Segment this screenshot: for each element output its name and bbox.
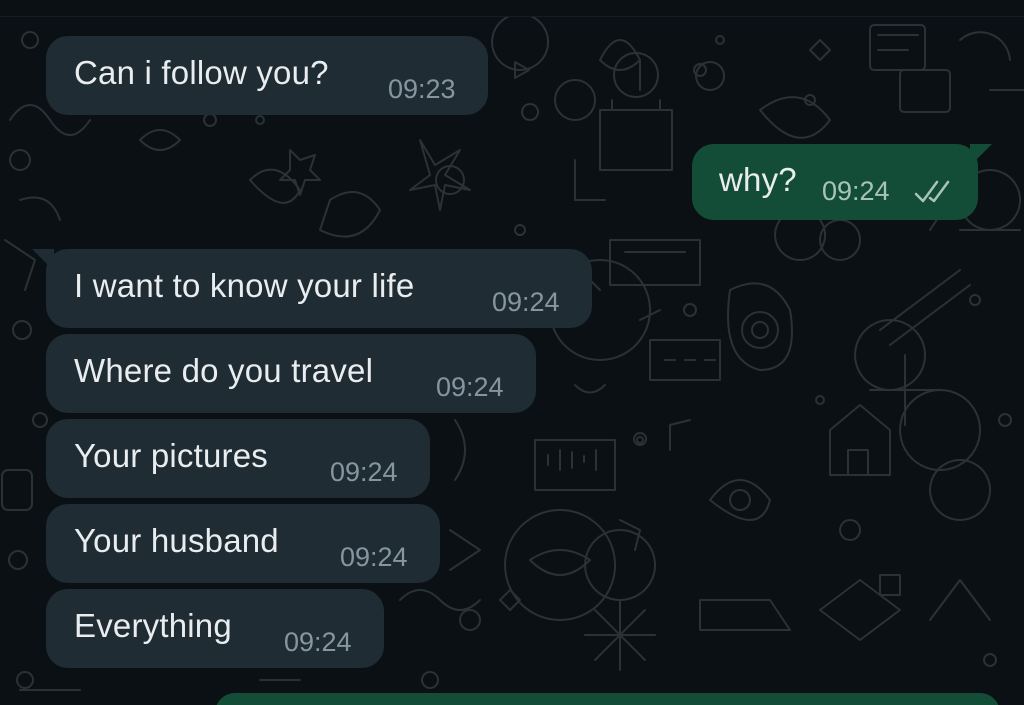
message-text: why? xyxy=(719,161,797,198)
message-bubble-incoming[interactable]: Can i follow you? 09:23 xyxy=(46,36,488,115)
message-text: Your pictures xyxy=(74,437,268,474)
message-bubble-incoming[interactable]: Your husband 09:24 xyxy=(46,504,440,583)
bubble-tail xyxy=(970,144,992,166)
message-text: Can i follow you? xyxy=(74,54,329,91)
double-check-read-icon xyxy=(914,180,950,203)
message-timestamp: 09:24 xyxy=(330,457,398,487)
message-text: Everything xyxy=(74,607,232,644)
message-bubble-incoming[interactable]: I want to know your life 09:24 xyxy=(32,249,592,328)
message-timestamp: 09:24 xyxy=(284,627,352,657)
message-bubble-incoming[interactable]: Everything 09:24 xyxy=(46,589,384,668)
message-text: I want to know your life xyxy=(74,267,415,304)
message-text: Where do you travel xyxy=(74,352,374,389)
message-bubble-outgoing[interactable]: why? 09:24 xyxy=(692,144,992,220)
message-bubble-outgoing-partial[interactable] xyxy=(215,693,1000,705)
message-timestamp: 09:24 xyxy=(822,176,890,206)
bubble-tail xyxy=(32,249,54,271)
message-timestamp: 09:24 xyxy=(436,372,504,402)
message-bubble-incoming[interactable]: Where do you travel 09:24 xyxy=(46,334,536,413)
message-timestamp: 09:24 xyxy=(492,287,560,317)
message-timestamp: 09:23 xyxy=(388,74,456,104)
chat-conversation[interactable]: Can i follow you? 09:23 why? 09:24 I wan… xyxy=(0,0,1024,705)
header-edge xyxy=(0,0,1024,17)
message-timestamp: 09:24 xyxy=(340,542,408,572)
message-bubble-incoming[interactable]: Your pictures 09:24 xyxy=(46,419,430,498)
message-text: Your husband xyxy=(74,522,279,559)
